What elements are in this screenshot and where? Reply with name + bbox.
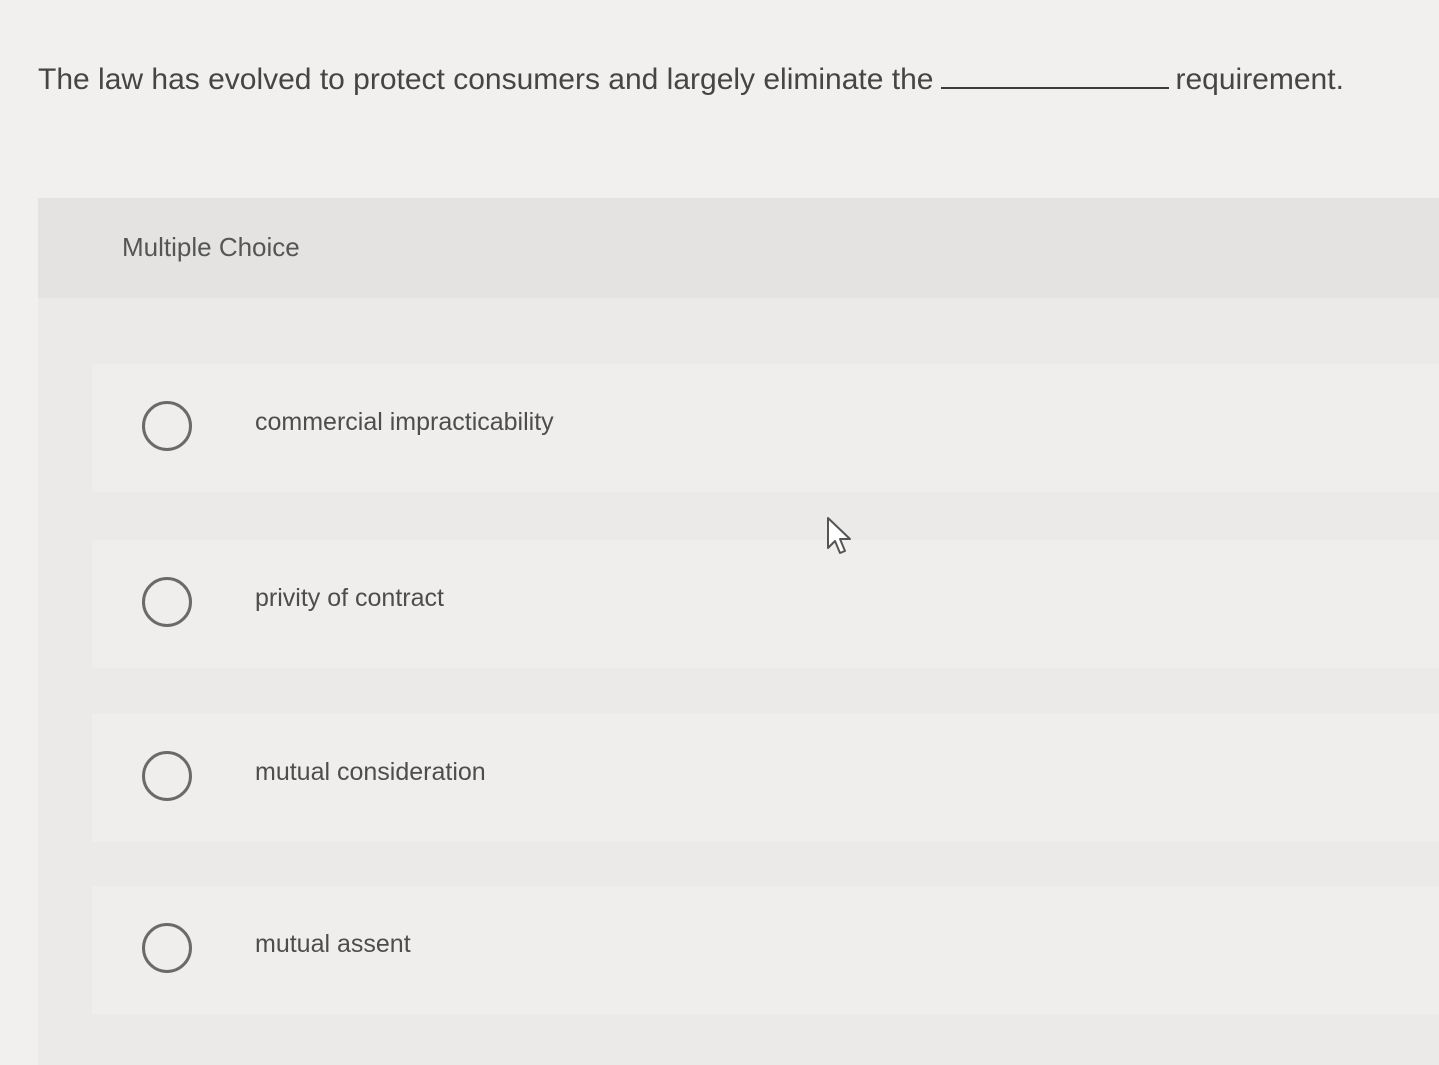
option-mutual-consideration[interactable]: mutual consideration [92,714,1439,842]
radio-unchecked-icon[interactable] [142,923,192,973]
multiple-choice-card: Multiple Choice commercial impracticabil… [38,198,1439,1065]
option-mutual-assent[interactable]: mutual assent [92,886,1439,1014]
option-label: mutual assent [255,930,411,958]
option-label: commercial impracticability [255,408,554,436]
card-header: Multiple Choice [38,198,1439,298]
answer-blank [941,61,1170,89]
radio-unchecked-icon[interactable] [142,751,192,801]
option-privity-of-contract[interactable]: privity of contract [92,540,1439,668]
radio-unchecked-icon[interactable] [142,577,192,627]
mouse-pointer-icon [827,517,851,554]
question-text-after: requirement. [1175,63,1344,96]
question-text: The law has evolved to protect consumers… [38,58,1418,102]
question-text-before: The law has evolved to protect consumers… [38,63,934,96]
option-label: mutual consideration [255,758,486,786]
option-commercial-impracticability[interactable]: commercial impracticability [92,364,1439,492]
option-label: privity of contract [255,584,444,612]
radio-unchecked-icon[interactable] [142,401,192,451]
question-type-label: Multiple Choice [122,232,300,262]
